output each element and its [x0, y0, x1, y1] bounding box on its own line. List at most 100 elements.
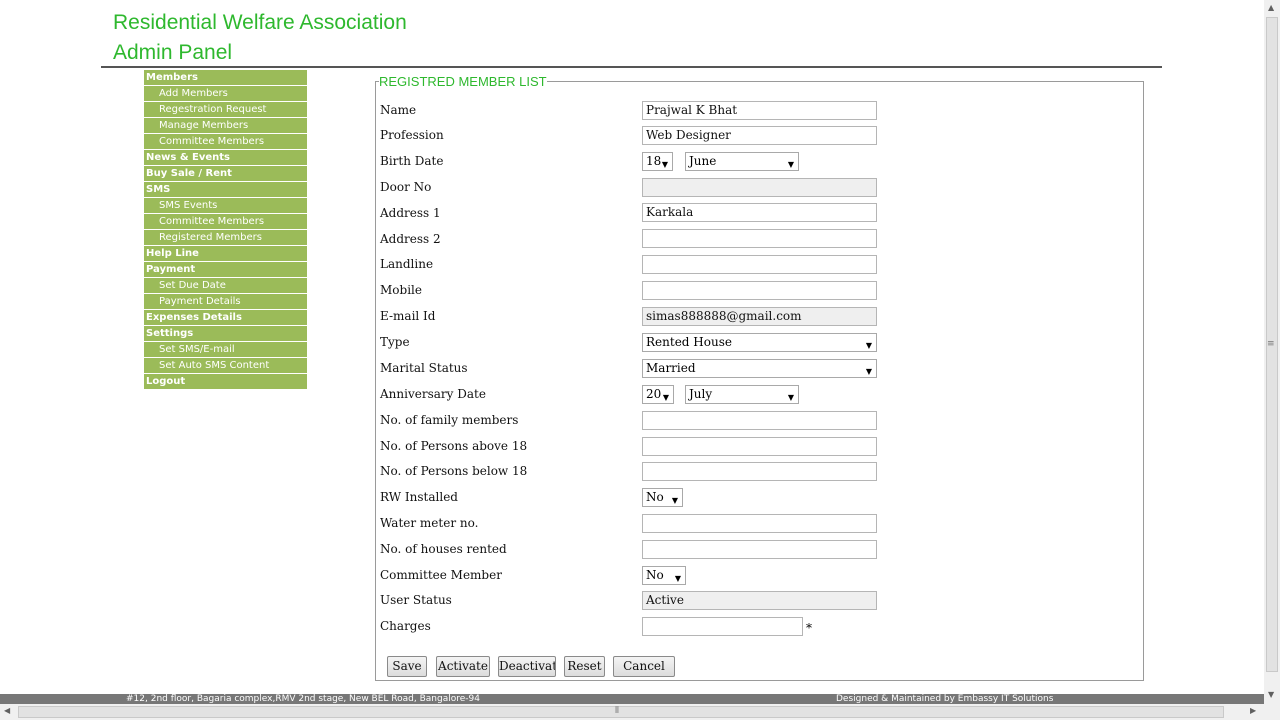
profession-label: Profession: [380, 128, 444, 142]
persons-below-18-input[interactable]: [642, 462, 877, 481]
form-legend: REGISTRED MEMBER LIST: [379, 74, 547, 89]
door-no-label: Door No: [380, 180, 432, 194]
anniversary-day-value: 20: [646, 387, 662, 401]
birth-month-value: June: [689, 154, 717, 168]
page-footer: #12, 2nd floor, Bagaria complex,RMV 2nd …: [0, 694, 1264, 704]
landline-input[interactable]: [642, 255, 877, 274]
persons-above-18-input[interactable]: [642, 437, 877, 456]
persons-below-18-label: No. of Persons below 18: [380, 464, 528, 478]
committee-member-value: No: [646, 568, 664, 582]
anniversary-month-select[interactable]: July ▼: [685, 385, 799, 404]
required-mark: *: [806, 621, 812, 635]
sidebar-item-sms[interactable]: SMS: [144, 182, 307, 198]
mobile-input[interactable]: [642, 281, 877, 300]
mobile-label: Mobile: [380, 283, 422, 297]
committee-member-select[interactable]: No ▼: [642, 566, 686, 585]
dropdown-arrow-icon: ▼: [865, 341, 872, 350]
birth-date-label: Birth Date: [380, 154, 444, 168]
horizontal-scrollbar[interactable]: ◀ ⦀ ▶: [0, 704, 1264, 720]
scroll-right-icon[interactable]: ▶: [1250, 706, 1256, 715]
sidebar-item-logout[interactable]: Logout: [144, 374, 307, 389]
sidebar-item-buy-sale-rent[interactable]: Buy Sale / Rent: [144, 166, 307, 182]
sidebar-item-set-auto-sms-content[interactable]: Set Auto SMS Content: [144, 358, 307, 374]
header-divider: [101, 66, 1162, 68]
sidebar-item-committee-members[interactable]: Committee Members: [144, 134, 307, 150]
sidebar-item-news-events[interactable]: News & Events: [144, 150, 307, 166]
persons-above-18-label: No. of Persons above 18: [380, 439, 528, 453]
door-no-input[interactable]: [642, 178, 877, 197]
water-meter-label: Water meter no.: [380, 516, 479, 530]
anniversary-month-value: July: [689, 387, 713, 401]
rw-installed-value: No: [646, 490, 664, 504]
sidebar-item-members[interactable]: Members: [144, 70, 307, 86]
family-members-label: No. of family members: [380, 413, 519, 427]
sidebar-item-set-sms-e-mail[interactable]: Set SMS/E-mail: [144, 342, 307, 358]
scroll-down-icon[interactable]: ▼: [1268, 690, 1274, 699]
sidebar-menu: Members Add Members Regestration Request Ma…: [144, 70, 307, 389]
anniversary-day-select[interactable]: 20 ▼: [642, 385, 674, 404]
profession-input[interactable]: Web Designer: [642, 126, 877, 145]
sidebar-item-payment-details[interactable]: Payment Details: [144, 294, 307, 310]
marital-status-select[interactable]: Married ▼: [642, 359, 877, 378]
dropdown-arrow-icon: ▼: [865, 367, 872, 376]
dropdown-arrow-icon: ▼: [787, 393, 794, 402]
dropdown-arrow-icon: ▼: [671, 496, 678, 505]
dropdown-arrow-icon: ▼: [662, 393, 669, 402]
dropdown-arrow-icon: ▼: [674, 574, 681, 583]
name-label: Name: [380, 103, 417, 117]
grip-icon: ⦀: [615, 706, 619, 716]
sidebar-item-set-due-date[interactable]: Set Due Date: [144, 278, 307, 294]
email-label: E-mail Id: [380, 309, 436, 323]
user-status-label: User Status: [380, 593, 452, 607]
sidebar-item-add-members[interactable]: Add Members: [144, 86, 307, 102]
scroll-left-icon[interactable]: ◀: [4, 706, 10, 715]
vertical-scrollbar[interactable]: ▲ ≡ ▼: [1264, 0, 1280, 704]
sidebar-item-regestration-request[interactable]: Regestration Request: [144, 102, 307, 118]
charges-label: Charges: [380, 619, 431, 633]
horizontal-scroll-thumb[interactable]: [18, 706, 1224, 718]
sidebar-item-help-line[interactable]: Help Line: [144, 246, 307, 262]
charges-input[interactable]: [642, 617, 803, 636]
landline-label: Landline: [380, 257, 434, 271]
address2-input[interactable]: [642, 229, 877, 248]
houses-rented-input[interactable]: [642, 540, 877, 559]
marital-status-label: Marital Status: [380, 361, 468, 375]
houses-rented-label: No. of houses rented: [380, 542, 507, 556]
dropdown-arrow-icon: ▼: [661, 160, 668, 169]
name-input[interactable]: Prajwal K Bhat: [642, 101, 877, 120]
reset-button[interactable]: Reset: [564, 656, 605, 677]
birth-day-select[interactable]: 18 ▼: [642, 152, 673, 171]
deactivate-button[interactable]: Deactivat: [498, 656, 556, 677]
rw-installed-label: RW Installed: [380, 490, 458, 504]
scroll-up-icon[interactable]: ▲: [1268, 3, 1274, 12]
save-button[interactable]: Save: [387, 656, 427, 677]
panel-title: Admin Panel: [113, 41, 233, 64]
user-status-input[interactable]: Active: [642, 591, 877, 610]
anniversary-date-label: Anniversary Date: [380, 387, 486, 401]
committee-member-label: Committee Member: [380, 568, 502, 582]
sidebar-item-expenses-details[interactable]: Expenses Details: [144, 310, 307, 326]
sidebar-item-settings[interactable]: Settings: [144, 326, 307, 342]
site-header: Residential Welfare Association Admin Pa…: [113, 8, 407, 68]
birth-month-select[interactable]: June ▼: [685, 152, 799, 171]
sidebar-item-sms-events[interactable]: SMS Events: [144, 198, 307, 214]
water-meter-input[interactable]: [642, 514, 877, 533]
address1-label: Address 1: [380, 206, 441, 220]
grip-icon: ≡: [1267, 339, 1275, 349]
cancel-button[interactable]: Cancel: [613, 656, 675, 677]
sidebar-item-manage-members[interactable]: Manage Members: [144, 118, 307, 134]
type-select[interactable]: Rented House ▼: [642, 333, 877, 352]
site-title: Residential Welfare Association: [113, 11, 407, 34]
sidebar-item-payment[interactable]: Payment: [144, 262, 307, 278]
email-input[interactable]: simas888888@gmail.com: [642, 307, 877, 326]
family-members-input[interactable]: [642, 411, 877, 430]
address1-input[interactable]: Karkala: [642, 203, 877, 222]
sidebar-item-committee-members[interactable]: Committee Members: [144, 214, 307, 230]
activate-button[interactable]: Activate: [436, 656, 490, 677]
type-label: Type: [380, 335, 410, 349]
birth-day-value: 18: [646, 154, 662, 168]
address2-label: Address 2: [380, 232, 441, 246]
rw-installed-select[interactable]: No ▼: [642, 488, 683, 507]
scrollbar-corner: [1264, 704, 1280, 720]
sidebar-item-registered-members[interactable]: Registered Members: [144, 230, 307, 246]
